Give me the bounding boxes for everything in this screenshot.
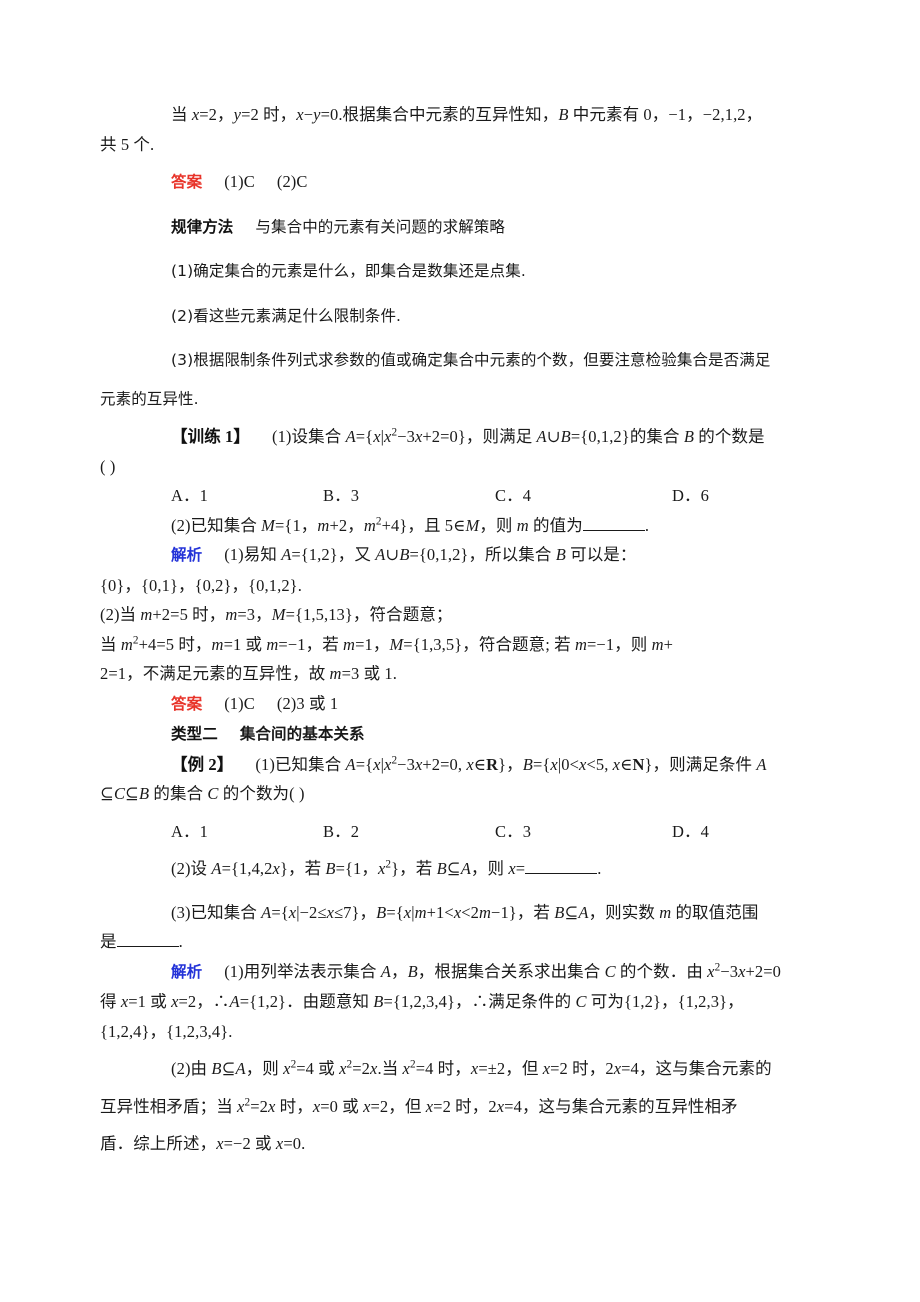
method-item-2: (2)看这些元素满足什么限制条件. [171,306,402,325]
carryover-line-1: 当 x=2，y=2 时，x−y=0.根据集合中元素的互异性知，B 中元素有 0，… [171,105,763,124]
method-item-1: (1)确定集合的元素是什么，即集合是数集还是点集. [171,262,526,280]
analysis2-line-4: (2)由 B⊆A，则 x2=4 或 x2=2x.当 x2=4 时，x=±2，但 … [171,1058,772,1078]
answer-label-2: 答案 [171,694,203,713]
example2-option-c[interactable]: C．3 [495,817,672,847]
type2-heading: 类型二 集合间的基本关系 [138,719,820,750]
drill1-option-c[interactable]: C．4 [495,481,672,511]
analysis1-line-4: 当 m2+4=5 时，m=1 或 m=−1，若 m=1，M={1,3,5}，符合… [100,634,674,654]
analysis-label-2: 解析 [171,962,203,981]
answer-label: 答案 [171,173,203,191]
analysis2-line-2: 得 x=1 或 x=2，∴A={1,2}．由题意知 B={1,2,3,4}，∴满… [100,992,744,1011]
example2-question-1-cont: ⊆C⊆B 的集合 C 的个数为( ) [100,784,305,803]
carryover-line-2: 共 5 个. [100,134,155,154]
example2-question-2: (2)设 A={1,4,2x}，若 B={1，x2}，若 B⊆A，则 x=. [171,858,602,878]
example2-q2-blank[interactable] [525,873,598,874]
drill1-options: A．1 B．3 C．4 D．6 [138,481,820,511]
analysis2-line-3: {1,2,4}，{1,2,3,4}. [100,1021,233,1041]
drill1-label: 【训练 1】 [171,427,250,446]
method-heading: 规律方法 与集合中的元素有关问题的求解策略 [138,212,820,243]
drill1-option-d[interactable]: D．6 [672,481,709,511]
analysis1-line-3: (2)当 m+2=5 时，m=3，M={1,5,13}，符合题意； [100,605,453,624]
drill1-option-a[interactable]: A．1 [171,481,323,511]
example2-option-a[interactable]: A．1 [171,817,323,847]
analysis1-line-1: 解析 (1)易知 A={1,2}，又 A∪B={0,1,2}，所以集合 B 可以是… [171,545,637,564]
analysis1-line-5: 2=1，不满足元素的互异性，故 m=3 或 1. [100,664,397,683]
example2-question-1: 【例 2】 (1)已知集合 A={x|x2−3x+2=0, x∈R}，B={x|0… [171,754,767,774]
type2-title: 集合间的基本关系 [239,725,365,743]
drill1-answer-blank[interactable] [582,529,645,531]
drill1-question-1: 【训练 1】 (1)设集合 A={x|x2−3x+2=0}，则满足 A∪B={0,… [171,426,765,446]
analysis2-line-5: 互异性相矛盾；当 x2=2x 时，x=0 或 x=2，但 x=2 时，2x=4，… [100,1096,738,1116]
example2-option-d[interactable]: D．4 [672,817,709,847]
answer-block-1: 答案 (1)C (2)C [171,172,308,191]
analysis2-line-6: 盾．综上所述，x=−2 或 x=0. [100,1134,306,1153]
type2-label: 类型二 [171,725,218,743]
drill1-question-2: (2)已知集合 M={1，m+2，m2+4}，且 5∈M，则 m 的值为. [171,515,650,535]
method-item-3: (3)根据限制条件列式求参数的值或确定集合中元素的个数，但要注意检验集合是否满足 [171,351,771,369]
example2-option-b[interactable]: B．2 [323,817,495,847]
method-item-3-cont: 元素的互异性. [100,389,199,408]
analysis2-line-1: 解析 (1)用列举法表示集合 A，B，根据集合关系求出集合 C 的个数．由 x2−… [171,961,782,981]
example2-q3-blank[interactable] [116,946,179,947]
example2-label: 【例 2】 [171,754,234,774]
analysis-label-1: 解析 [171,546,203,564]
textbook-page: 当 x=2，y=2 时，x−y=0.根据集合中元素的互异性知，B 中元素有 0，… [0,0,920,1302]
method-label: 规律方法 [171,217,234,236]
drill1-option-b[interactable]: B．3 [323,481,495,511]
answer-block-2: 答案 (1)C (2)3 或 1 [171,693,339,713]
example2-question-3-cont: 是. [100,932,183,951]
drill1-answer-paren[interactable]: ( ) [100,452,820,482]
method-title: 与集合中的元素有关问题的求解策略 [255,217,506,236]
analysis1-line-2: {0}，{0,1}，{0,2}，{0,1,2}. [100,575,302,595]
example2-question-3: (3)已知集合 A={x|−2≤x≤7}，B={x|m+1<x<2m−1}，若 … [171,902,759,922]
example2-options: A．1 B．2 C．3 D．4 [138,817,820,847]
